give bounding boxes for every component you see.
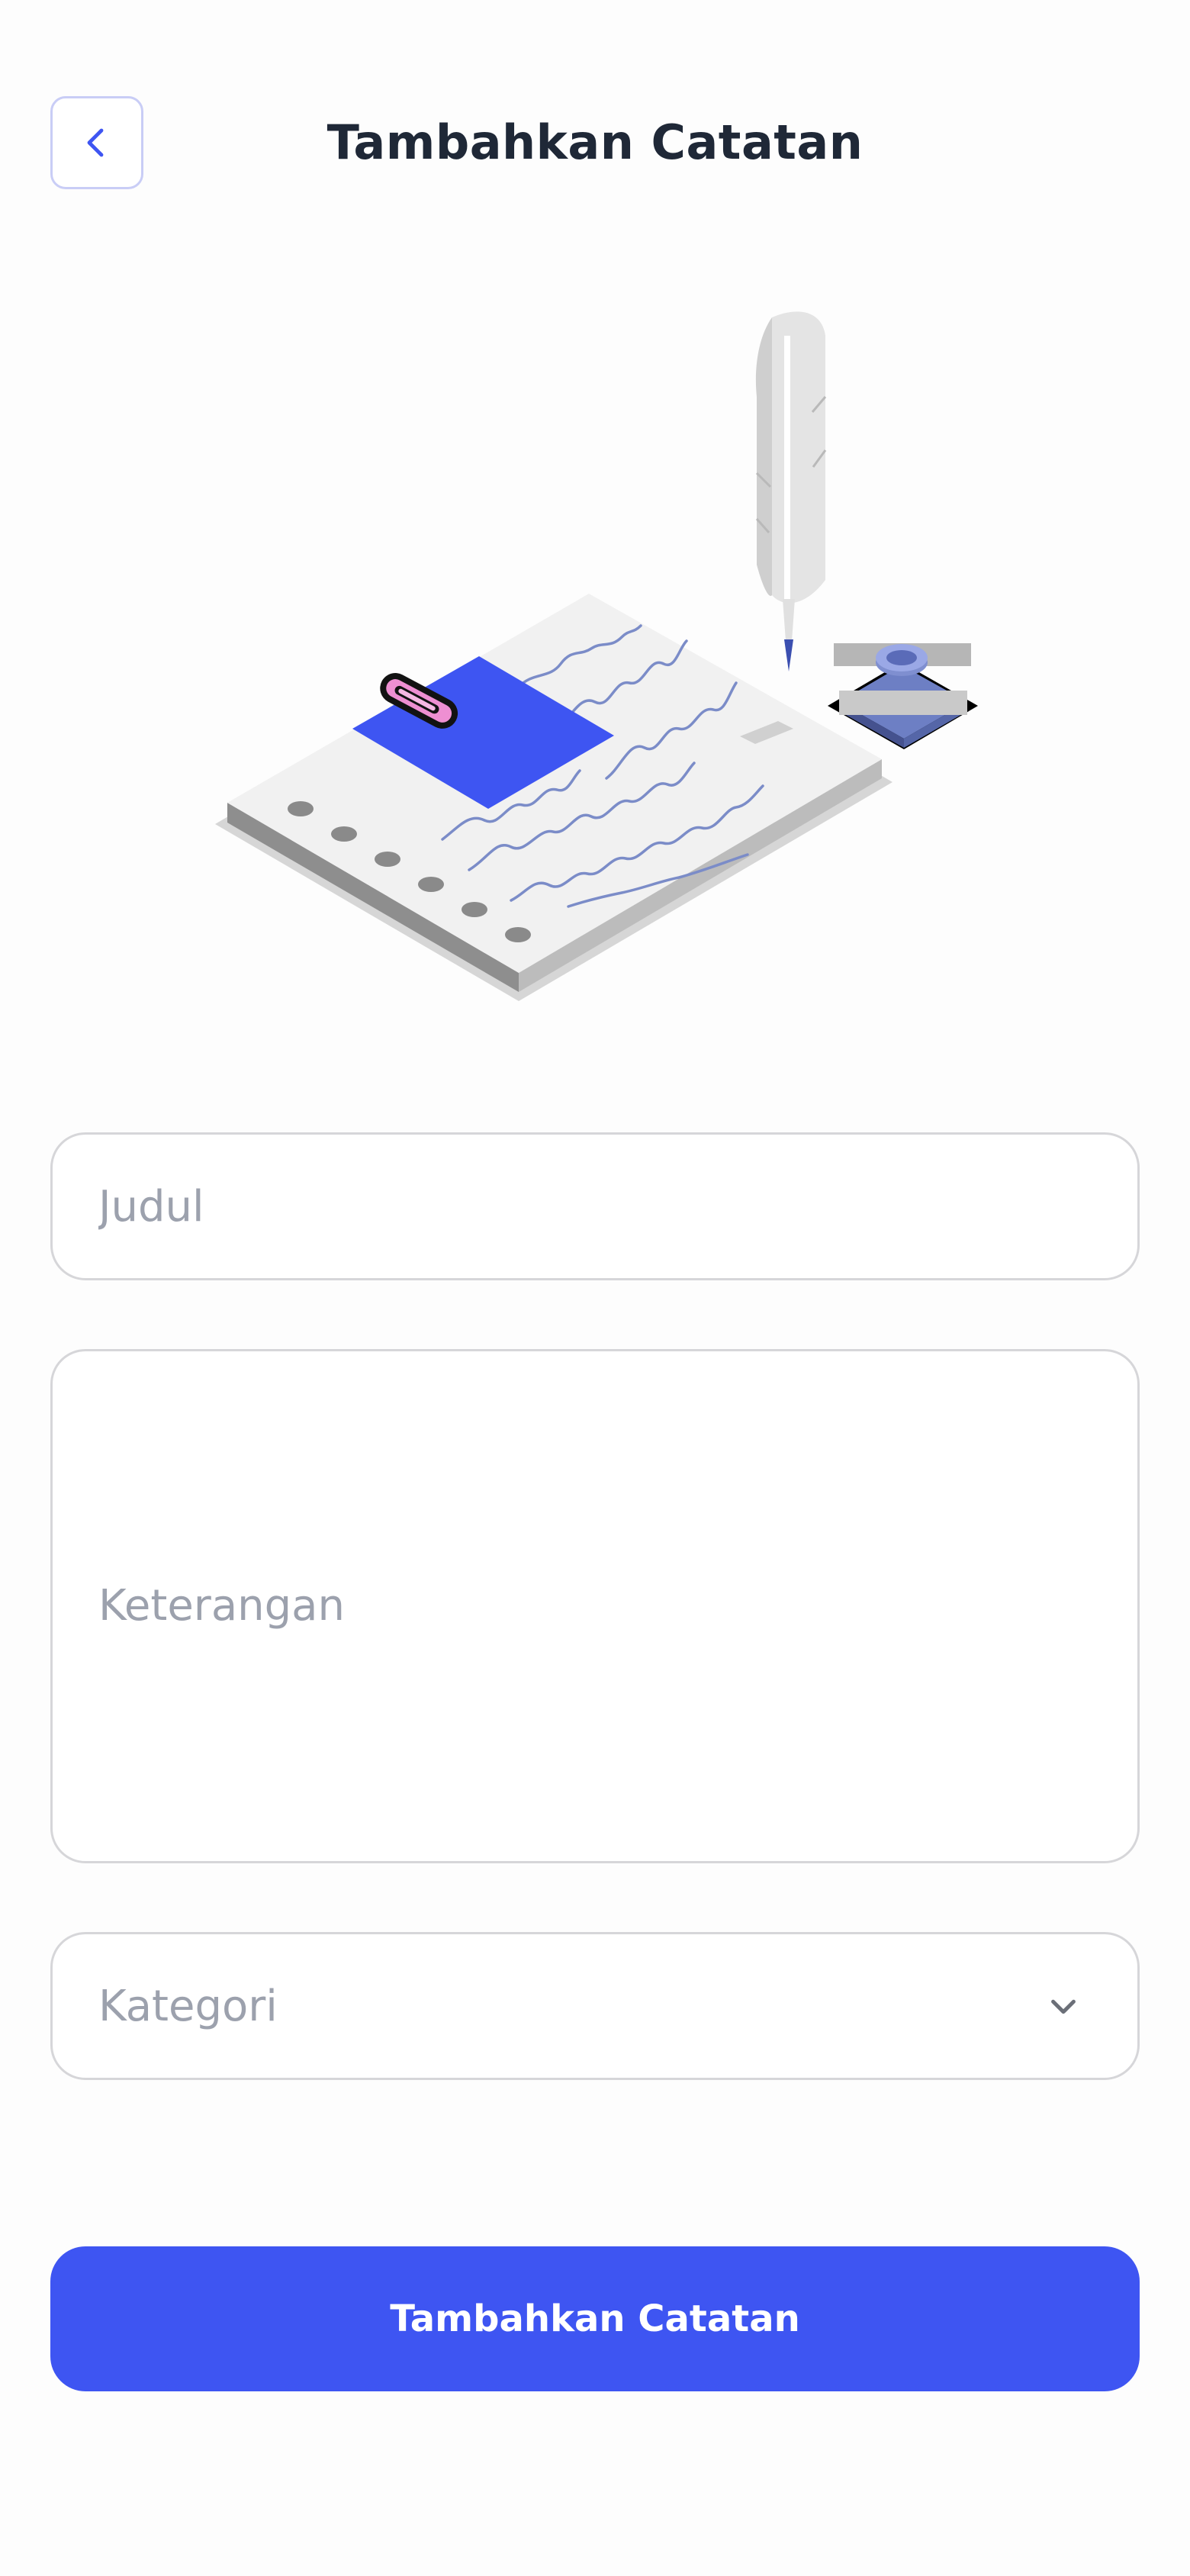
description-field[interactable]	[50, 1349, 1140, 1863]
notebook-quill-illustration	[215, 311, 978, 1001]
title-field[interactable]	[50, 1132, 1140, 1280]
app-header: Tambahkan Catatan	[0, 0, 1190, 305]
category-placeholder: Kategori	[98, 1981, 278, 2031]
submit-button[interactable]: Tambahkan Catatan	[50, 2246, 1140, 2391]
title-input[interactable]	[98, 1181, 1092, 1232]
description-input[interactable]	[98, 1576, 1092, 1637]
category-select[interactable]: Kategori	[50, 1932, 1140, 2080]
chevron-down-icon	[1051, 1999, 1076, 2014]
page-title: Tambahkan Catatan	[326, 114, 864, 170]
